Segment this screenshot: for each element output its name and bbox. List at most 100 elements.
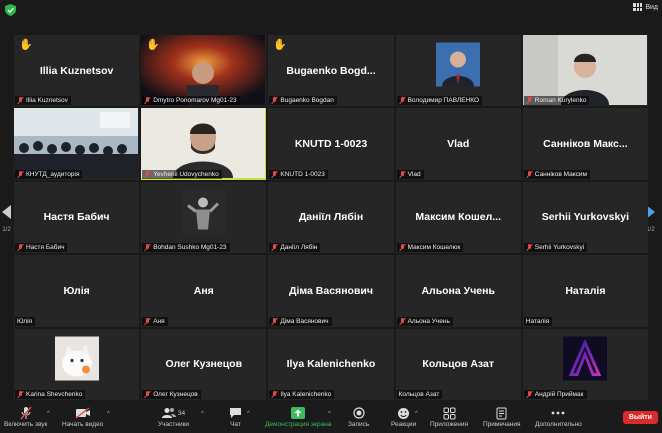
- top-bar: Вид: [0, 0, 662, 20]
- participant-tile[interactable]: Bohdan Sushko Mg01-23: [141, 181, 267, 254]
- reactions-button[interactable]: Реакции: [391, 406, 416, 428]
- chat-options-caret[interactable]: ^: [247, 411, 250, 417]
- unmute-label: Включить звук: [4, 421, 48, 428]
- participant-name: Vlad: [407, 170, 421, 178]
- participant-name-tag: Даніїл Лябін: [269, 243, 321, 253]
- participant-display-name: Vlad: [447, 138, 470, 151]
- mic-muted-icon: [271, 317, 278, 325]
- mic-muted-icon: [144, 244, 151, 251]
- mic-muted-icon: [20, 406, 32, 420]
- participant-tile[interactable]: Діма Васянович Діма Васянович: [268, 255, 394, 327]
- meeting-toolbar: Включить звук ^ Начать видео ^ 34 Участн…: [0, 403, 662, 433]
- participant-tile[interactable]: KNUTD 1-0023 KNUTD 1-0023: [268, 108, 394, 180]
- participant-tile[interactable]: Санніков Макс... Санніков Максим: [522, 108, 648, 180]
- record-icon: [353, 406, 365, 420]
- participant-tile[interactable]: Даніїл Лябін Даніїл Лябін: [268, 181, 394, 254]
- chat-button[interactable]: Чат: [229, 406, 242, 428]
- participant-tile[interactable]: Юлія Юлія: [14, 255, 140, 327]
- raised-hand-icon: ✋: [146, 39, 160, 51]
- notes-icon: [496, 406, 507, 420]
- participant-name-tag: Кольцов Азат: [396, 390, 443, 399]
- gallery-grid: Illia Kuznetsov ✋ Illia Kuznetsov ✋ Dmytro P…: [14, 35, 648, 400]
- participant-tile[interactable]: Bugaenko Bogd... ✋ Bugaenko Bogdan: [268, 35, 394, 107]
- participant-tile[interactable]: Олег Кузнецов Олег Кузнецов: [141, 328, 267, 400]
- participants-count: 34: [177, 409, 186, 417]
- participant-name-tag: Dmytro Ponomarov Mg01-23: [142, 96, 240, 106]
- mic-muted-icon: [399, 244, 406, 251]
- participant-tile[interactable]: Yevhenii Udovychenko: [141, 108, 267, 180]
- participant-name-tag: Альона Учень: [396, 316, 453, 326]
- participant-display-name: Олег Кузнецов: [165, 358, 243, 371]
- record-button[interactable]: Запись: [348, 406, 369, 428]
- share-screen-icon: [291, 406, 306, 420]
- participant-display-name: Настя Бабич: [43, 211, 110, 224]
- prev-page-button[interactable]: 1/2: [2, 205, 11, 233]
- participant-tile[interactable]: Roman Kurylenko: [522, 35, 648, 107]
- participant-name: Наталія: [525, 317, 550, 325]
- apps-button[interactable]: Приложения: [430, 406, 468, 428]
- participant-tile[interactable]: Настя Бабич Настя Бабич: [14, 181, 140, 254]
- mic-muted-icon: [17, 391, 24, 398]
- participant-name-tag: Karina Shevchenko: [15, 390, 86, 399]
- participant-tile[interactable]: Кольцов Азат Кольцов Азат: [395, 328, 521, 400]
- more-button[interactable]: Дополнительно: [535, 406, 582, 428]
- mic-muted-icon: [144, 170, 151, 178]
- participant-name: Кольцов Азат: [398, 391, 440, 398]
- audio-options-caret[interactable]: ^: [47, 411, 50, 417]
- mic-muted-icon: [526, 391, 533, 398]
- share-screen-label: Демонстрация экрана: [265, 421, 332, 428]
- participant-tile[interactable]: Ilya Kalenichenko Ilya Kalenichenko: [268, 328, 394, 400]
- participant-tile[interactable]: Андрій Приймак: [522, 328, 648, 400]
- participant-name: Bohdan Sushko Mg01-23: [153, 244, 227, 252]
- arrow-left-icon: [2, 205, 11, 219]
- participant-name: Діма Васянович: [280, 317, 329, 325]
- participant-tile[interactable]: Karina Shevchenko: [14, 328, 140, 400]
- mic-muted-icon: [144, 391, 151, 398]
- participant-name: Ilya Kalenichenko: [280, 391, 332, 398]
- participant-tile[interactable]: Наталія Наталія: [522, 255, 648, 327]
- participant-name-tag: Володимир ПАВЛЕНКО: [396, 96, 483, 106]
- unmute-button[interactable]: Включить звук: [4, 406, 47, 428]
- participant-name: Настя Бабич: [26, 244, 65, 252]
- participant-name: Karina Shevchenko: [26, 391, 83, 398]
- reactions-options-caret[interactable]: ^: [415, 411, 418, 417]
- start-video-button[interactable]: Начать видео: [62, 406, 103, 428]
- mic-muted-icon: [17, 170, 24, 178]
- participant-tile[interactable]: Максим Кошел... Максим Кошелюк: [395, 181, 521, 254]
- participant-avatar: [54, 336, 99, 385]
- participant-tile[interactable]: Illia Kuznetsov ✋ Illia Kuznetsov: [14, 35, 140, 107]
- participant-tile[interactable]: Аня Аня: [141, 255, 267, 327]
- participants-icon: 34: [161, 406, 186, 420]
- participant-tile[interactable]: ✋ Dmytro Ponomarov Mg01-23: [141, 35, 267, 107]
- participant-avatar: [436, 42, 481, 92]
- view-button[interactable]: Вид: [633, 3, 658, 11]
- participant-name-tag: Санніков Максим: [523, 169, 590, 179]
- notes-button[interactable]: Примечания: [483, 406, 521, 428]
- participant-name-tag: Serhii Yurkovskyi: [523, 243, 588, 253]
- participant-name-tag: Vlad: [396, 169, 424, 179]
- apps-icon: [443, 406, 456, 420]
- participants-options-caret[interactable]: ^: [201, 411, 204, 417]
- shield-icon[interactable]: [5, 4, 16, 16]
- participant-name: Illia Kuznetsov: [26, 97, 68, 105]
- participant-name-tag: KNUTD 1-0023: [269, 169, 328, 179]
- video-options-caret[interactable]: ^: [107, 411, 110, 417]
- participant-name-tag: Наталія: [523, 316, 553, 326]
- share-options-caret[interactable]: ^: [328, 411, 331, 417]
- more-label: Дополнительно: [535, 421, 582, 428]
- share-screen-button[interactable]: Демонстрация экрана: [265, 406, 331, 428]
- participant-tile[interactable]: КНУТД_аудиторія: [14, 108, 140, 180]
- participant-tile[interactable]: Vlad Vlad: [395, 108, 521, 180]
- participant-tile[interactable]: Альона Учень Альона Учень: [395, 255, 521, 327]
- participant-name: Санніков Максим: [534, 170, 587, 178]
- participant-name-tag: Bohdan Sushko Mg01-23: [142, 243, 230, 253]
- raised-hand-icon: ✋: [273, 39, 288, 51]
- mic-muted-icon: [271, 244, 278, 251]
- leave-button[interactable]: Выйти: [622, 411, 658, 424]
- participants-button[interactable]: 34 Участники: [158, 406, 189, 428]
- mic-muted-icon: [17, 244, 24, 251]
- participant-tile[interactable]: Володимир ПАВЛЕНКО: [395, 35, 521, 107]
- participant-tile[interactable]: Serhii Yurkovskyi Serhii Yurkovskyi: [522, 181, 648, 254]
- participant-display-name: Кольцов Азат: [422, 358, 494, 371]
- participant-name-tag: Bugaenko Bogdan: [269, 96, 337, 106]
